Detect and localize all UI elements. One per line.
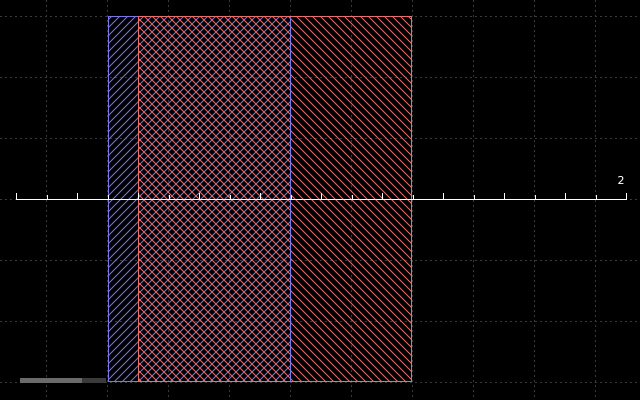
status-progress-bar [20,378,106,383]
drawing-canvas[interactable] [0,0,640,400]
axis-end-label: 2 [617,174,625,187]
status-progress-fill [20,378,82,383]
